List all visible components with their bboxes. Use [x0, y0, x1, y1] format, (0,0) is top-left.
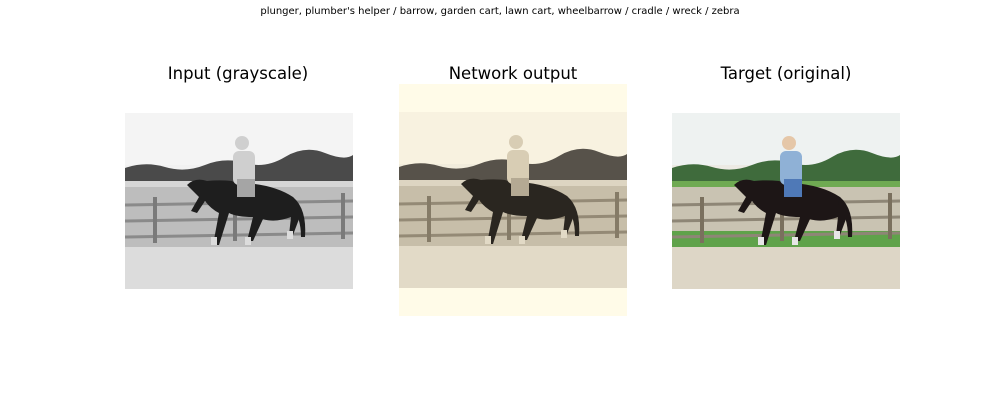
network-output-image [399, 84, 627, 316]
figure-suptitle: plunger, plumber's helper / barrow, gard… [260, 6, 740, 17]
panel-title-input: Input (grayscale) [167, 64, 309, 83]
target-original-image [672, 113, 900, 289]
panel-title-target: Target (original) [720, 64, 852, 83]
panel-title-output: Network output [448, 64, 578, 83]
input-grayscale-image [125, 113, 353, 289]
